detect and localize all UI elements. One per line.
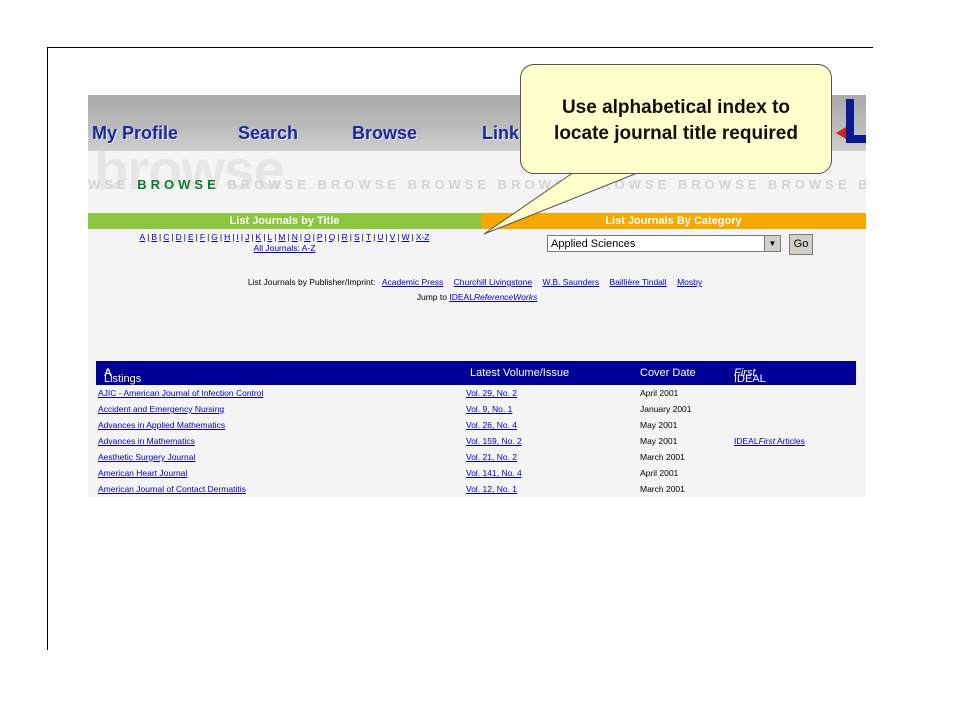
nav-browse[interactable]: Browse	[352, 123, 417, 144]
listing-title-header: Listings for A	[104, 367, 142, 397]
cover-date: March 2001	[640, 484, 685, 494]
go-button[interactable]: Go	[789, 234, 813, 255]
alpha-link-n[interactable]: N	[292, 232, 298, 242]
ideal-reference-works-link[interactable]: IDEALReferenceWorks	[449, 292, 537, 302]
publisher-link-mosby[interactable]: Mosby	[677, 277, 702, 287]
volume-issue-link[interactable]: Vol. 29, No. 2	[466, 388, 517, 398]
publisher-link-bailliere-tindall[interactable]: Baillière Tindall	[610, 277, 667, 287]
table-row: Advances in Mathematics Vol. 159, No. 2 Ma…	[96, 433, 856, 449]
table-row: AJIC - American Journal of Infection Con…	[96, 385, 856, 401]
journal-title-link[interactable]: Advances in Applied Mathematics	[98, 420, 225, 430]
alpha-link-r[interactable]: R	[342, 232, 348, 242]
ideal-first-header: IDEAL First	[734, 367, 766, 385]
journal-title-link[interactable]: American Journal of Contact Dermatitis	[98, 484, 246, 494]
alpha-link-g[interactable]: G	[211, 232, 218, 242]
alpha-link-d[interactable]: D	[176, 232, 182, 242]
journal-title-link[interactable]: Aesthetic Surgery Journal	[98, 452, 195, 462]
cover-date: April 2001	[640, 388, 679, 398]
all-journals-link[interactable]: All Journals: A-Z	[88, 243, 481, 253]
volume-issue-link[interactable]: Vol. 9, No. 1	[466, 404, 512, 414]
cover-date-header: Cover Date	[640, 367, 696, 379]
alpha-link-o[interactable]: O	[304, 232, 311, 242]
alpha-link-x-z[interactable]: X-Z	[416, 232, 430, 242]
publisher-line: List Journals by Publisher/Imprint: Acad…	[247, 277, 703, 287]
jump-line: Jump to IDEALReferenceWorks	[416, 292, 538, 302]
nav-link[interactable]: Link	[482, 123, 519, 144]
table-row: American Journal of Contact Dermatitis Vo…	[96, 481, 856, 497]
journal-title-link[interactable]: AJIC - American Journal of Infection Con…	[98, 388, 263, 398]
callout-text: Use alphabetical index to locate journal…	[554, 97, 798, 144]
publisher-link-wb-saunders[interactable]: W.B. Saunders	[542, 277, 599, 287]
table-row: Advances in Applied Mathematics Vol. 26, …	[96, 417, 856, 433]
nav-search[interactable]: Search	[238, 123, 298, 144]
journal-title-link[interactable]: Accident and Emergency Nursing	[98, 404, 224, 414]
cover-date: January 2001	[640, 404, 692, 414]
browse-strip: WSE BROWSE BROWSE BROWSE BROWSE BROWSE B…	[88, 177, 866, 192]
listing-table-header: Listings for A Latest Volume/Issue Cover…	[96, 361, 856, 397]
slide-frame-left	[47, 47, 48, 650]
nav-my-profile[interactable]: My Profile	[92, 123, 178, 144]
publisher-link-churchill-livingstone[interactable]: Churchill Livingstone	[454, 277, 532, 287]
publisher-link-academic-press[interactable]: Academic Press	[382, 277, 443, 287]
alpha-link-e[interactable]: E	[188, 232, 194, 242]
alphabetical-index: A | B | C | D | E | F | G | H | I | J | K | L | M | N | O | P | Q | R | S | T |…	[88, 232, 481, 253]
listing-rows: AJIC - American Journal of Infection Con…	[96, 385, 856, 497]
ideal-first-link[interactable]: IDEALFirst Articles	[734, 436, 805, 446]
alpha-link-s[interactable]: S	[354, 232, 360, 242]
cover-date: May 2001	[640, 436, 678, 446]
volume-issue-link[interactable]: Vol. 12, No. 1	[466, 484, 517, 494]
table-row: American Heart Journal Vol. 141, No. 4 Apr…	[96, 465, 856, 481]
list-by-category-header: List Journals By Category	[481, 213, 866, 229]
cover-date: May 2001	[640, 420, 678, 430]
volume-issue-link[interactable]: Vol. 26, No. 4	[466, 420, 517, 430]
latest-volume-header: Latest Volume/Issue	[470, 367, 570, 379]
browse-highlight: BROWSE	[137, 177, 220, 192]
list-by-title-header: List Journals by Title	[88, 213, 481, 229]
journal-title-link[interactable]: American Heart Journal	[98, 468, 187, 478]
volume-issue-link[interactable]: Vol. 141, No. 4	[466, 468, 522, 478]
alpha-link-w[interactable]: W	[402, 232, 410, 242]
table-row: Accident and Emergency Nursing Vol. 9, No…	[96, 401, 856, 417]
cover-date: March 2001	[640, 452, 685, 462]
slide-frame-top	[47, 47, 873, 48]
journal-title-link[interactable]: Advances in Mathematics	[98, 436, 195, 446]
category-select[interactable]: Applied Sciences ▼	[547, 235, 781, 252]
dropdown-arrow-icon[interactable]: ▼	[764, 236, 780, 251]
volume-issue-link[interactable]: Vol. 159, No. 2	[466, 436, 522, 446]
annotation-callout: Use alphabetical index to locate journal…	[520, 64, 832, 174]
alpha-link-p[interactable]: P	[317, 232, 323, 242]
logo-icon	[836, 99, 866, 143]
cover-date: April 2001	[640, 468, 679, 478]
table-row: Aesthetic Surgery Journal Vol. 21, No. 2 M…	[96, 449, 856, 465]
volume-issue-link[interactable]: Vol. 21, No. 2	[466, 452, 517, 462]
